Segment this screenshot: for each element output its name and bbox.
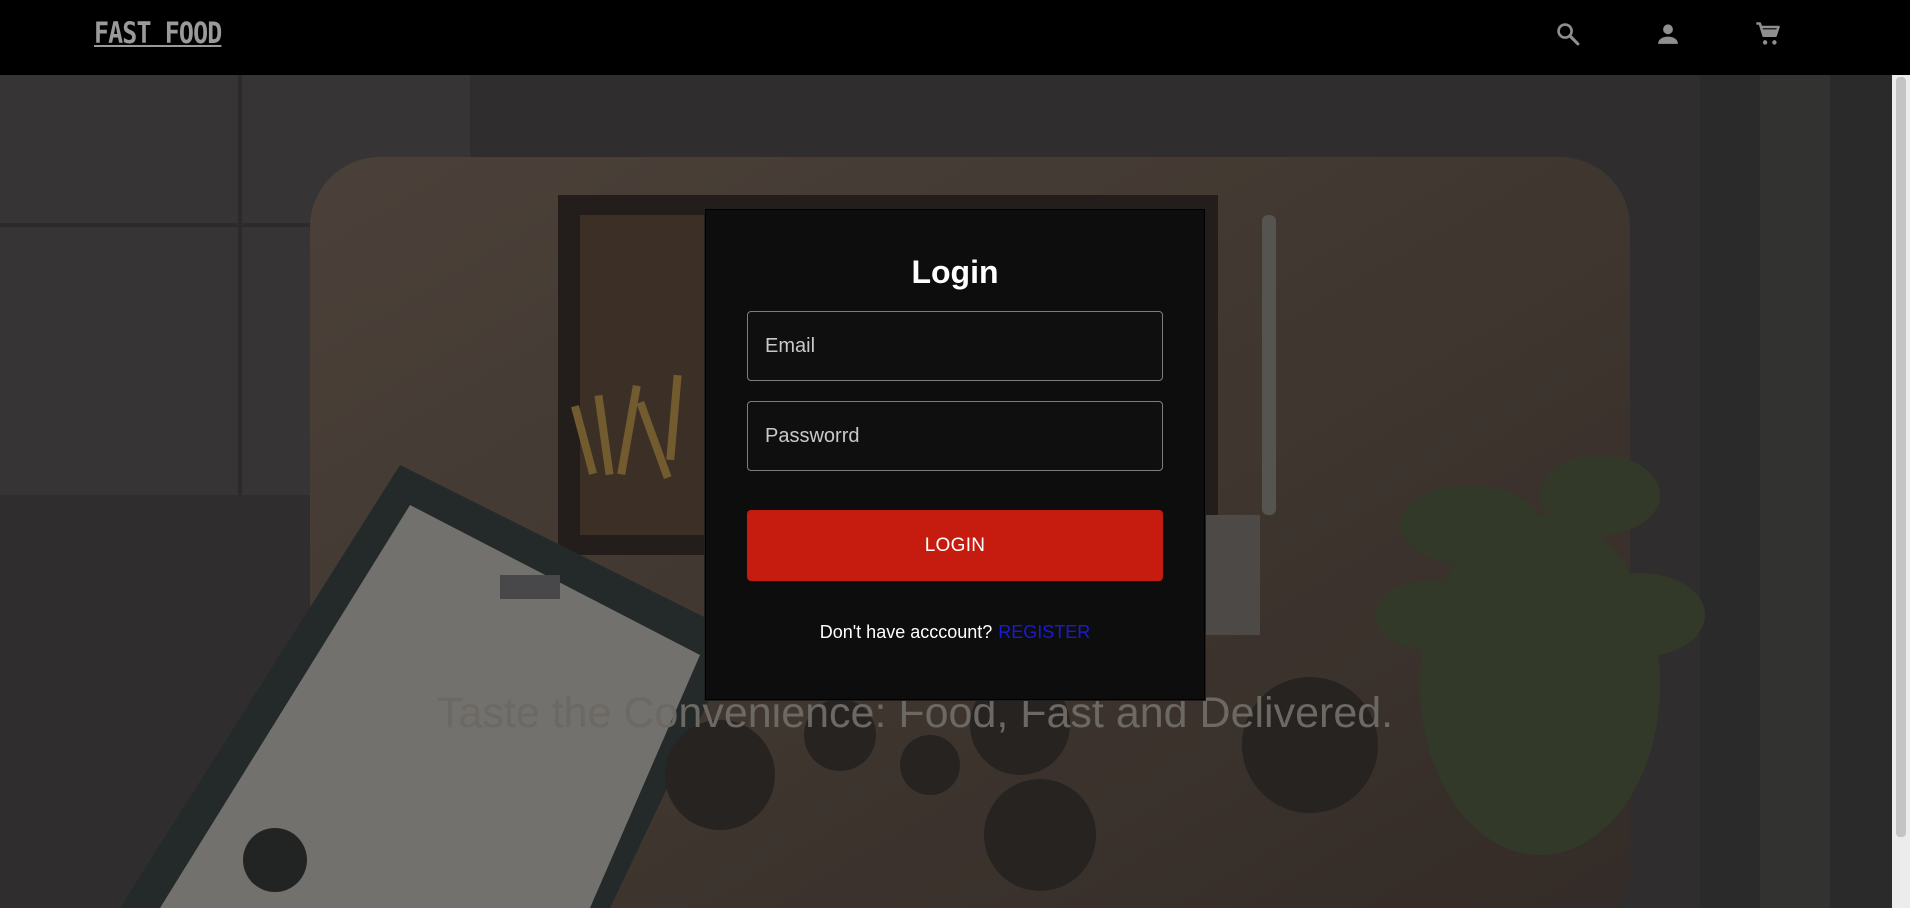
user-icon[interactable] xyxy=(1654,20,1682,48)
brand-logo-link[interactable]: FAST FOOD xyxy=(94,16,222,50)
password-input[interactable] xyxy=(748,402,1162,470)
search-icon[interactable] xyxy=(1554,20,1582,48)
password-field-container xyxy=(747,401,1163,471)
top-navbar: FAST FOOD xyxy=(0,0,1910,75)
register-link[interactable]: REGISTER xyxy=(998,622,1090,642)
login-modal: Login LOGIN Don't have acccount?REGISTER xyxy=(705,209,1205,700)
register-prompt-text: Don't have acccount? xyxy=(819,622,993,642)
register-prompt-row: Don't have acccount? REGISTER xyxy=(706,622,1204,643)
page-scrollbar[interactable] xyxy=(1892,75,1910,908)
login-title: Login xyxy=(911,254,999,290)
scrollbar-thumb[interactable] xyxy=(1896,77,1906,837)
login-button[interactable]: LOGIN xyxy=(747,510,1163,581)
email-field-container xyxy=(747,311,1163,381)
cart-icon[interactable] xyxy=(1754,20,1782,48)
email-input[interactable] xyxy=(748,312,1162,380)
